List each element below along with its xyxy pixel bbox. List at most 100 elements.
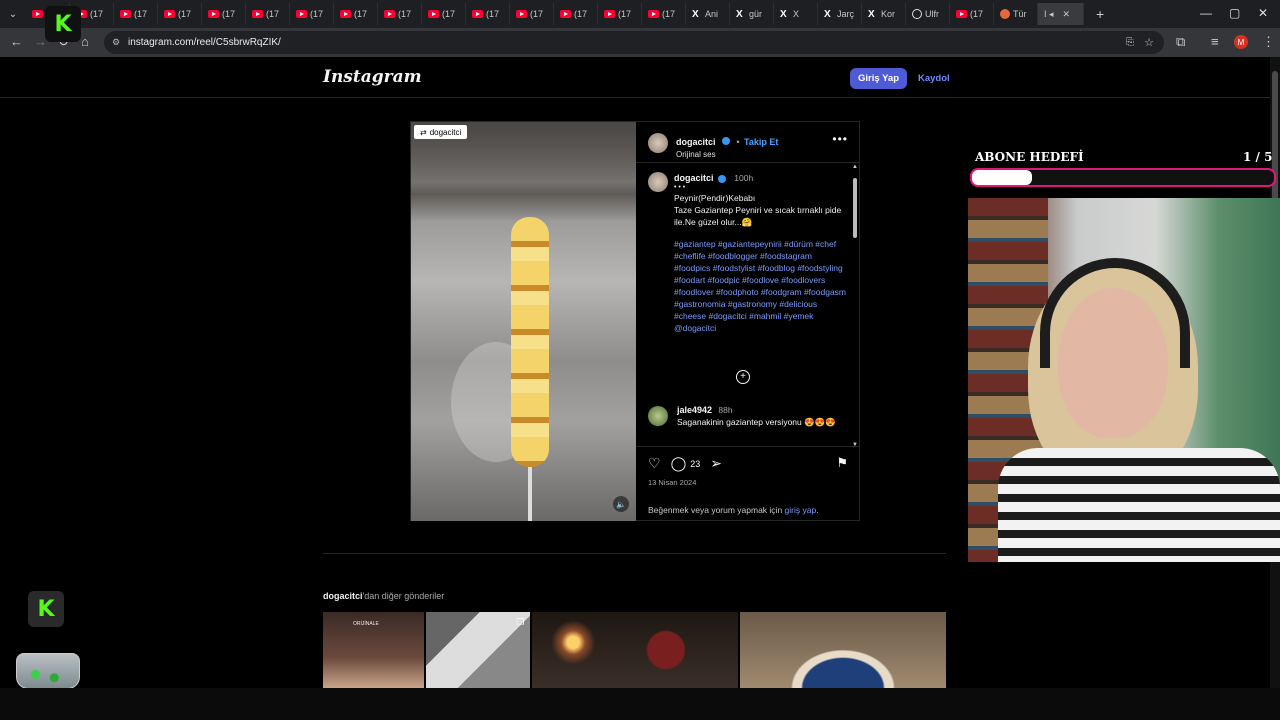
browser-tab[interactable]: (17: [510, 3, 554, 25]
globe-icon: [912, 9, 922, 19]
tab-label: (17: [442, 9, 456, 19]
browser-tab[interactable]: (17: [598, 3, 642, 25]
minimize-icon[interactable]: —: [1200, 6, 1212, 20]
reel-video[interactable]: ⇄ dogacitci 🔈: [411, 122, 636, 521]
scroll-up-icon[interactable]: ▲: [852, 164, 858, 170]
bookmark-star-icon[interactable]: ☆: [1144, 36, 1154, 49]
new-tab-button[interactable]: +: [1096, 6, 1104, 22]
tab-label: (17: [90, 9, 104, 19]
post-thumbnail[interactable]: ORİJİNALE: [323, 612, 424, 688]
instagram-logo[interactable]: Instagram: [323, 67, 422, 87]
tab-label: Ani: [705, 9, 719, 19]
extensions-icon[interactable]: ⧉: [1176, 34, 1185, 50]
repost-icon: ⇄: [420, 127, 427, 137]
separator-dot: •: [736, 137, 740, 147]
browser-tab[interactable]: (17: [466, 3, 510, 25]
browser-tab[interactable]: (17: [554, 3, 598, 25]
browser-tab[interactable]: (17: [202, 3, 246, 25]
headset: [1040, 258, 1190, 368]
browser-tab[interactable]: Tür: [994, 3, 1038, 25]
x-icon: X: [824, 8, 831, 20]
instagram-header: Instagram Giriş Yap Kaydol: [0, 57, 1280, 98]
browser-tab[interactable]: (17: [642, 3, 686, 25]
post-thumbnail[interactable]: ❐: [425, 612, 531, 688]
follow-button[interactable]: Takip Et: [744, 137, 778, 147]
mute-icon[interactable]: 🔈: [613, 496, 629, 512]
browser-tab[interactable]: X Kor: [862, 3, 906, 25]
caption-avatar[interactable]: [648, 172, 668, 192]
browser-tab[interactable]: (17: [246, 3, 290, 25]
browser-tab[interactable]: Ulfr: [906, 3, 950, 25]
browser-tab[interactable]: (17: [114, 3, 158, 25]
active-tab[interactable]: I ◂ ✕: [1038, 3, 1084, 25]
gem-jar: [16, 653, 80, 689]
tab-list-chevron-icon[interactable]: ⌄: [0, 9, 26, 20]
browser-tab[interactable]: X Jarç: [818, 3, 862, 25]
thumbnail-text: ORİJİNALE: [353, 621, 379, 627]
youtube-icon: [560, 10, 571, 18]
url-field[interactable]: ⚙ instagram.com/reel/C5sbrwRqZIK/ ⎘ ☆: [104, 31, 1164, 54]
comments-scroll-area[interactable]: dogacitci 100h • • • Peynir(Pendir)Kebab…: [636, 164, 860, 446]
browser-menu-icon[interactable]: ⋮: [1262, 34, 1275, 50]
install-app-icon[interactable]: ⎘: [1126, 37, 1134, 48]
browser-tab[interactable]: X Ani: [686, 3, 730, 25]
browser-tab[interactable]: XX: [774, 3, 818, 25]
more-options-icon[interactable]: •••: [832, 132, 848, 146]
like-icon[interactable]: ♡: [648, 455, 661, 472]
caption-line-2: Taze Gaziantep Peyniri ve sıcak tırnaklı…: [674, 205, 842, 227]
maximize-icon[interactable]: ▢: [1229, 6, 1240, 20]
caption-hashtags[interactable]: #gaziantep #gaziantepeynirii #dürüm #che…: [674, 238, 848, 334]
kick-logo-bottom-letter: K: [37, 596, 55, 622]
browser-tab[interactable]: (17: [950, 3, 994, 25]
tab-label: gür: [749, 9, 763, 19]
browser-tab[interactable]: (17: [334, 3, 378, 25]
sub-goal-title: ABONE HEDEFİ: [975, 150, 1084, 164]
tab-label: X: [793, 9, 800, 19]
site-info-icon[interactable]: ⚙: [112, 37, 120, 48]
browser-tab-bar: ⌄ (17 (17 (17 (17 (17 (17 (17 (17 (17 (17 (17 (17 (1…: [0, 0, 1280, 28]
media-control-icon[interactable]: ≡: [1211, 34, 1219, 49]
login-button[interactable]: Giriş Yap: [850, 68, 907, 89]
share-icon[interactable]: ➢: [710, 455, 722, 472]
close-tab-icon[interactable]: ✕: [1063, 9, 1071, 20]
verified-badge-icon: [721, 136, 730, 145]
back-icon[interactable]: ←: [10, 34, 23, 49]
caption-username[interactable]: dogacitci: [674, 173, 714, 183]
more-posts-username[interactable]: dogacitci: [323, 591, 363, 601]
comments-scroll-thumb[interactable]: [853, 178, 857, 238]
video-cheese-skewer: [511, 217, 549, 467]
browser-tab[interactable]: (17: [290, 3, 334, 25]
login-prompt-link[interactable]: giriş yap: [785, 505, 817, 515]
home-icon[interactable]: ⌂: [81, 34, 89, 49]
post-thumbnail[interactable]: [739, 612, 946, 688]
audio-label[interactable]: Orijinal ses: [676, 150, 778, 159]
comment-avatar[interactable]: [648, 406, 668, 426]
post-thumbnail[interactable]: [532, 612, 738, 688]
browser-tab[interactable]: Xgür: [730, 3, 774, 25]
comments-scrollbar[interactable]: ▲ ▼: [852, 164, 858, 448]
browser-tab[interactable]: (17: [422, 3, 466, 25]
comment-username[interactable]: jale4942: [677, 405, 712, 415]
load-more-comments-icon[interactable]: +: [736, 370, 750, 384]
author-username[interactable]: dogacitci: [676, 137, 716, 147]
signup-link[interactable]: Kaydol: [918, 73, 950, 84]
comment-item: jale4942 88h Saganakinin gaziantep versi…: [648, 404, 848, 428]
youtube-icon: [296, 10, 307, 18]
browser-tab[interactable]: (17: [378, 3, 422, 25]
comment-text: Saganakinin gaziantep versiyonu 😍😍😍: [677, 417, 836, 427]
tab-label: (17: [222, 9, 236, 19]
author-avatar[interactable]: [648, 133, 668, 153]
browser-tab[interactable]: (17: [158, 3, 202, 25]
profile-avatar[interactable]: M: [1234, 35, 1248, 49]
youtube-icon: [956, 10, 967, 18]
tab-label: (17: [970, 9, 984, 19]
save-bookmark-icon[interactable]: ⚑: [836, 455, 848, 471]
caption-time: 100h: [734, 173, 754, 183]
login-prompt: Beğenmek veya yorum yapmak için giriş ya…: [648, 505, 819, 515]
user-tag[interactable]: ⇄ dogacitci: [414, 125, 468, 139]
reel-post: ⇄ dogacitci 🔈 dogacitci • Takip Et Oriji…: [410, 121, 860, 521]
comment-icon[interactable]: ◯: [671, 455, 687, 472]
close-window-icon[interactable]: ✕: [1258, 6, 1268, 20]
tab-label: (17: [398, 9, 412, 19]
login-prompt-prefix: Beğenmek veya yorum yapmak için: [648, 505, 785, 515]
